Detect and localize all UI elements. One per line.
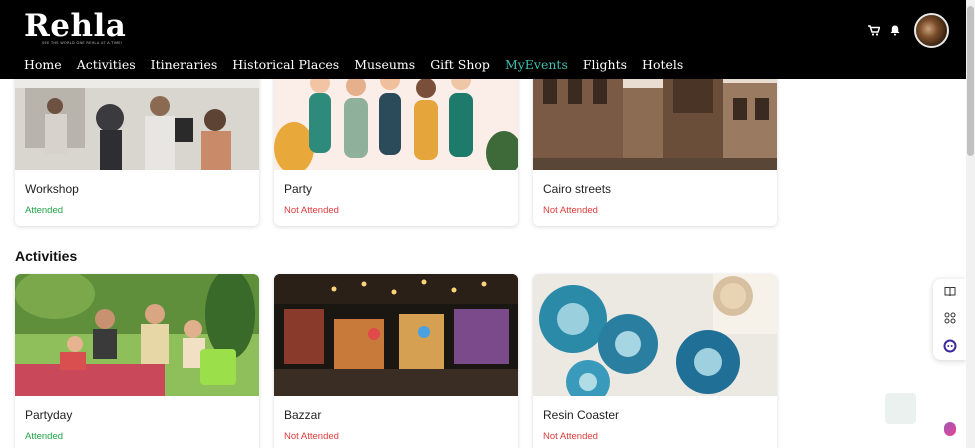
- activity-card-resin-coaster[interactable]: Resin Coaster Not Attended: [533, 274, 777, 448]
- event-status: Attended: [25, 205, 64, 216]
- grid-icon[interactable]: [943, 312, 957, 326]
- brand-tagline: SEE THE WORLD ONE REHLA AT A TIME!: [42, 41, 123, 45]
- nav-gift-shop[interactable]: Gift Shop: [430, 57, 490, 72]
- main-nav: Home Activities Itineraries Historical P…: [24, 57, 698, 72]
- activity-card-bazzar[interactable]: Bazzar Not Attended: [274, 274, 518, 448]
- event-title: Party: [284, 182, 313, 196]
- assistant-brain-icon[interactable]: [944, 422, 956, 436]
- bell-icon[interactable]: [890, 25, 900, 39]
- activities-heading: Activities: [15, 248, 78, 264]
- nav-hotels[interactable]: Hotels: [642, 57, 683, 72]
- resin-coaster-image: [533, 274, 777, 404]
- activity-title: Partyday: [25, 408, 73, 422]
- cart-icon[interactable]: [868, 25, 881, 39]
- bazzar-image: [274, 274, 518, 396]
- page-scrollbar[interactable]: [966, 0, 975, 448]
- nav-museums[interactable]: Museums: [354, 57, 415, 72]
- scrollbar-thumb[interactable]: [967, 6, 974, 156]
- activity-card-partyday[interactable]: Partyday Attended: [15, 274, 259, 448]
- nav-home[interactable]: Home: [24, 57, 62, 72]
- activity-status: Not Attended: [284, 431, 339, 442]
- nav-activities[interactable]: Activities: [77, 57, 136, 72]
- event-status: Not Attended: [543, 205, 598, 216]
- bot-icon[interactable]: [943, 339, 957, 353]
- nav-itineraries[interactable]: Itineraries: [151, 57, 218, 72]
- floating-toolbar: [933, 279, 966, 360]
- partyday-image: [15, 274, 259, 396]
- nav-flights[interactable]: Flights: [583, 57, 627, 72]
- page: Rehla SEE THE WORLD ONE REHLA AT A TIME!…: [0, 0, 975, 448]
- nav-myevents[interactable]: MyEvents: [505, 57, 568, 72]
- event-title: Cairo streets: [543, 182, 612, 196]
- activity-title: Resin Coaster: [543, 408, 620, 422]
- activity-status: Not Attended: [543, 431, 598, 442]
- top-navbar: Rehla SEE THE WORLD ONE REHLA AT A TIME!…: [0, 0, 966, 79]
- user-avatar[interactable]: [914, 13, 949, 48]
- activity-status: Attended: [25, 431, 64, 442]
- event-title: Workshop: [25, 182, 79, 196]
- nav-historical-places[interactable]: Historical Places: [232, 57, 339, 72]
- book-icon[interactable]: [943, 286, 957, 300]
- activity-title: Bazzar: [284, 408, 322, 422]
- event-status: Not Attended: [284, 205, 339, 216]
- qr-watermark-icon: [885, 393, 916, 424]
- brand-logo[interactable]: Rehla: [24, 8, 126, 44]
